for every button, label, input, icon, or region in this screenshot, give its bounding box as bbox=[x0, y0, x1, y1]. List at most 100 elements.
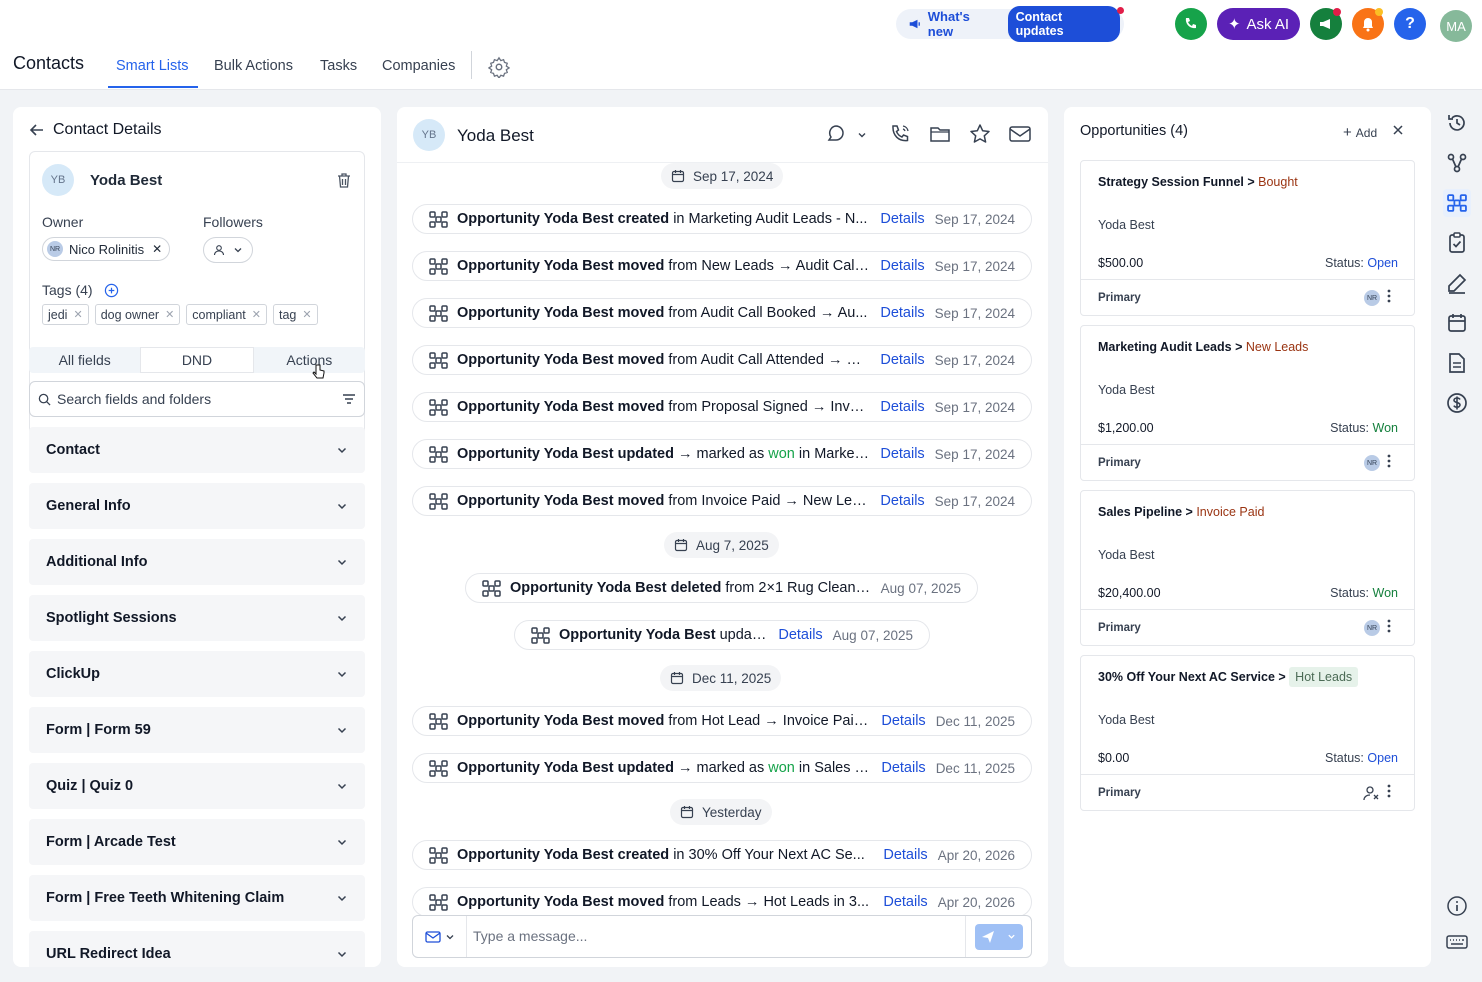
details-link[interactable]: Details bbox=[778, 627, 822, 643]
opportunity-card[interactable]: 30% Off Your Next AC Service > Hot Leads… bbox=[1080, 655, 1415, 811]
chevron-down-icon bbox=[337, 559, 347, 566]
ask-ai-button[interactable]: ✦ Ask AI bbox=[1217, 8, 1300, 40]
section-general-info[interactable]: General Info bbox=[29, 483, 365, 529]
more-options-icon[interactable] bbox=[1386, 288, 1392, 304]
notes-button[interactable] bbox=[1443, 269, 1471, 297]
star-icon[interactable] bbox=[969, 123, 991, 145]
whats-new-label[interactable]: What's new bbox=[928, 9, 998, 39]
activity-history-button[interactable] bbox=[1443, 109, 1471, 137]
workflow-button[interactable] bbox=[1443, 149, 1471, 177]
contact-updates-button[interactable]: Contact updates bbox=[1007, 6, 1120, 42]
arrow-left-icon[interactable] bbox=[29, 122, 45, 138]
channel-selector[interactable] bbox=[413, 916, 467, 957]
phone-button[interactable] bbox=[1175, 8, 1207, 40]
add-follower-button[interactable] bbox=[203, 237, 253, 263]
details-link[interactable]: Details bbox=[880, 352, 924, 368]
close-icon[interactable]: ✕ bbox=[165, 308, 174, 321]
opportunity-card[interactable]: Marketing Audit Leads > New Leads Yoda B… bbox=[1080, 325, 1415, 481]
contact-details-header: Contact Details bbox=[29, 121, 162, 139]
opportunity-card[interactable]: Sales Pipeline > Invoice Paid Yoda Best … bbox=[1080, 490, 1415, 646]
opportunity-footer: Primary NR bbox=[1081, 279, 1414, 315]
date-label: Dec 11, 2025 bbox=[692, 670, 772, 686]
details-link[interactable]: Details bbox=[881, 713, 925, 729]
user-avatar[interactable]: MA bbox=[1440, 10, 1472, 42]
whats-new-banner[interactable]: What's new Contact updates bbox=[896, 6, 1124, 42]
activity-title: Opportunity Yoda Best updated bbox=[457, 446, 674, 462]
tab-smart-lists[interactable]: Smart Lists bbox=[116, 58, 189, 74]
section-quiz-0[interactable]: Quiz | Quiz 0 bbox=[29, 763, 365, 809]
announcements-button[interactable] bbox=[1310, 8, 1342, 40]
keyboard-shortcuts-button[interactable] bbox=[1443, 928, 1471, 956]
add-opportunity-button[interactable]: + Add bbox=[1343, 124, 1377, 141]
tab-bulk-actions[interactable]: Bulk Actions bbox=[214, 58, 293, 74]
more-options-icon[interactable] bbox=[1386, 783, 1392, 799]
details-link[interactable]: Details bbox=[883, 847, 927, 863]
filter-icon[interactable] bbox=[342, 393, 356, 405]
close-icon[interactable] bbox=[1392, 124, 1404, 136]
tasks-button[interactable] bbox=[1443, 229, 1471, 257]
folder-icon[interactable] bbox=[929, 123, 951, 145]
tab-actions[interactable]: Actions bbox=[254, 347, 365, 373]
tab-all-fields[interactable]: All fields bbox=[29, 347, 140, 373]
documents-button[interactable] bbox=[1443, 349, 1471, 377]
add-tag-icon[interactable] bbox=[104, 283, 119, 298]
owner-chip[interactable]: NR Nico Rolinitis ✕ bbox=[42, 237, 170, 261]
section-additional-info[interactable]: Additional Info bbox=[29, 539, 365, 585]
chevron-down-icon[interactable] bbox=[1007, 932, 1016, 941]
chevron-down-icon[interactable] bbox=[857, 130, 867, 140]
close-icon[interactable]: ✕ bbox=[73, 308, 82, 321]
mail-icon[interactable] bbox=[1008, 123, 1032, 145]
opportunity-status: Status: Won bbox=[1330, 421, 1398, 435]
appointments-button[interactable] bbox=[1443, 309, 1471, 337]
section-form-59[interactable]: Form | Form 59 bbox=[29, 707, 365, 753]
opportunity-icon bbox=[429, 846, 448, 864]
chat-icon[interactable] bbox=[825, 123, 847, 145]
close-icon[interactable]: ✕ bbox=[152, 242, 162, 256]
section-arcade-test[interactable]: Form | Arcade Test bbox=[29, 819, 365, 865]
message-input[interactable]: Type a message... bbox=[473, 928, 587, 944]
trash-icon[interactable] bbox=[336, 172, 352, 189]
tab-companies[interactable]: Companies bbox=[382, 58, 455, 74]
close-icon[interactable]: ✕ bbox=[252, 308, 261, 321]
gear-icon[interactable] bbox=[488, 56, 510, 78]
more-options-icon[interactable] bbox=[1386, 453, 1392, 469]
details-link[interactable]: Details bbox=[880, 305, 924, 321]
tag-chip[interactable]: dog owner ✕ bbox=[94, 304, 181, 325]
tag-chip[interactable]: compliant ✕ bbox=[186, 304, 267, 325]
details-link[interactable]: Details bbox=[880, 446, 924, 462]
tag-chip[interactable]: tag ✕ bbox=[273, 304, 318, 325]
tab-tasks[interactable]: Tasks bbox=[320, 58, 357, 74]
tab-dnd[interactable]: DND bbox=[140, 347, 254, 373]
section-clickup[interactable]: ClickUp bbox=[29, 651, 365, 697]
section-url-redirect[interactable]: URL Redirect Idea bbox=[29, 931, 365, 967]
close-icon[interactable]: ✕ bbox=[302, 308, 311, 321]
active-tab-indicator bbox=[108, 86, 198, 88]
section-contact[interactable]: Contact bbox=[29, 427, 365, 473]
section-label: Form | Arcade Test bbox=[46, 834, 176, 850]
details-link[interactable]: Details bbox=[881, 760, 925, 776]
opportunity-icon bbox=[429, 398, 448, 416]
details-link[interactable]: Details bbox=[880, 258, 924, 274]
send-button[interactable] bbox=[974, 923, 1023, 950]
info-button[interactable] bbox=[1443, 892, 1471, 920]
details-link[interactable]: Details bbox=[883, 894, 927, 910]
details-link[interactable]: Details bbox=[880, 493, 924, 509]
section-spotlight-sessions[interactable]: Spotlight Sessions bbox=[29, 595, 365, 641]
unassigned-user-icon[interactable] bbox=[1363, 785, 1380, 801]
opportunity-card[interactable]: Strategy Session Funnel > Bought Yoda Be… bbox=[1080, 160, 1415, 316]
phone-call-icon[interactable] bbox=[889, 123, 911, 145]
primary-label: Primary bbox=[1098, 457, 1141, 469]
date-separator: Yesterday bbox=[670, 799, 772, 825]
details-link[interactable]: Details bbox=[880, 399, 924, 415]
details-link[interactable]: Details bbox=[880, 211, 924, 227]
notifications-button[interactable] bbox=[1352, 8, 1384, 40]
more-options-icon[interactable] bbox=[1386, 618, 1392, 634]
status-value: Open bbox=[1367, 256, 1398, 270]
help-button[interactable]: ? bbox=[1394, 8, 1426, 40]
payments-button[interactable] bbox=[1443, 389, 1471, 417]
tag-chip[interactable]: jedi ✕ bbox=[42, 304, 89, 325]
section-free-teeth-whitening[interactable]: Form | Free Teeth Whitening Claim bbox=[29, 875, 365, 921]
plus-icon: + bbox=[1343, 124, 1352, 141]
opportunities-button[interactable] bbox=[1443, 189, 1471, 217]
search-input[interactable]: Search fields and folders bbox=[29, 381, 365, 417]
